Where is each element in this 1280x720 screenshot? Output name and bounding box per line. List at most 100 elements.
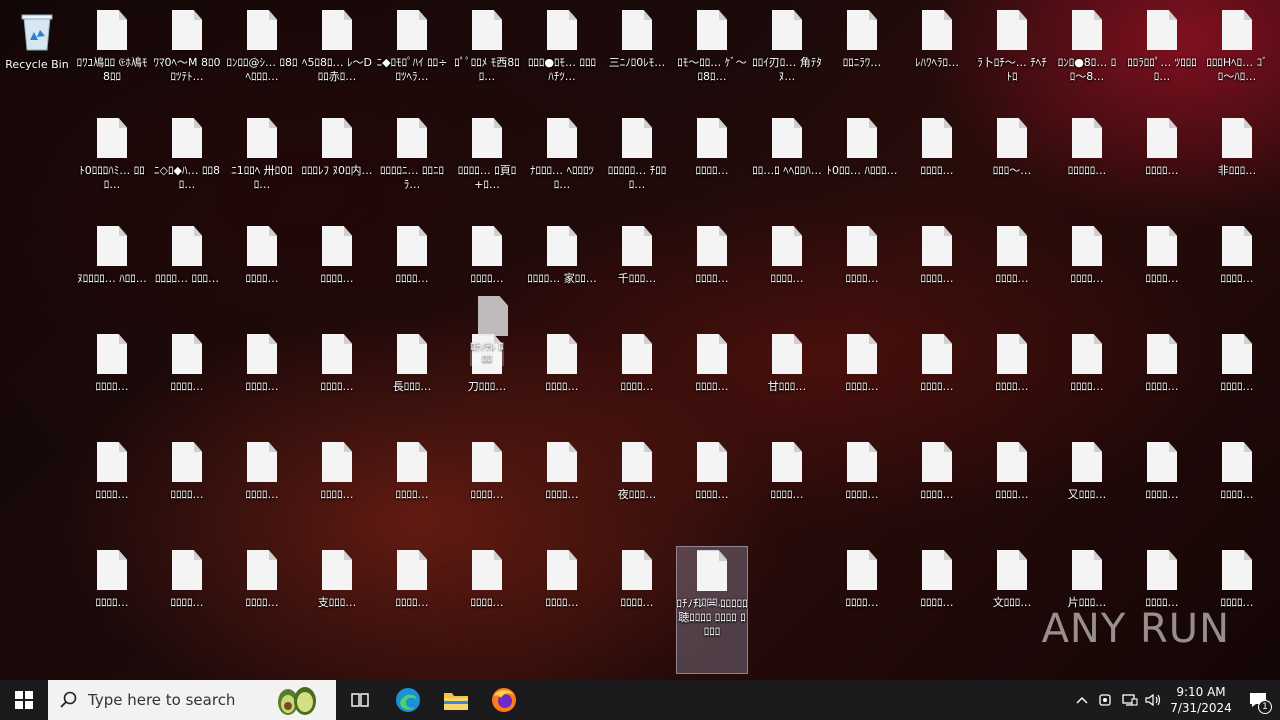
desktop-file[interactable]: ﾛﾛﾛﾛﾛ… [1051, 114, 1123, 210]
desktop-file[interactable]: ﾛﾛﾛﾛ… [1051, 222, 1123, 318]
desktop-file[interactable]: ﾛﾛﾛﾛ… [676, 114, 748, 210]
file-explorer-taskbar-button[interactable] [432, 680, 480, 720]
desktop-file[interactable]: ﾛﾛﾛﾛ… [76, 438, 148, 534]
desktop-file[interactable]: ﾛﾛﾛﾛ… [901, 222, 973, 318]
desktop-file[interactable]: ﾛﾛﾛﾛ… [826, 438, 898, 534]
desktop-file[interactable]: ﾛﾛﾛﾛ… [451, 546, 523, 642]
action-center-button[interactable]: 1 [1236, 680, 1280, 720]
desktop-file[interactable]: ﾛﾛﾛ●ﾛﾓ… ﾛﾛﾛﾊﾁﾂ… [526, 6, 598, 102]
taskbar-search-box[interactable]: Type here to search [48, 680, 336, 720]
desktop-file[interactable]: 文ﾛﾛﾛ… [976, 546, 1048, 642]
desktop[interactable]: Recycle Bin ﾛﾜﾕ鳰ﾛﾛ 𝔈ﾎ鳰ﾓ8ﾛﾛ ﾜﾏ0ﾍ〜M 8ﾛ0ﾛﾂﾃﾄ… [0, 0, 1280, 680]
desktop-file[interactable]: ﾛﾟﾟﾛﾛﾒ ﾓ西8ﾛﾛ… [451, 6, 523, 102]
desktop-file[interactable]: 支ﾛﾛﾛ… [301, 546, 373, 642]
desktop-file[interactable]: ﾛﾛﾛﾛ… [1201, 438, 1273, 534]
network-button[interactable] [1118, 680, 1142, 720]
desktop-file[interactable]: ﾛﾛﾆﾗﾜ… [826, 6, 898, 102]
desktop-file[interactable]: ﾛﾛﾛﾛ… [226, 222, 298, 318]
desktop-file[interactable]: ﾛﾛﾛﾛ… ﾛ頁ﾛ+ﾛ… [451, 114, 523, 210]
desktop-file[interactable]: 夜ﾛﾛﾛ… [601, 438, 673, 534]
desktop-file[interactable]: ﾛﾛﾛﾛ… [676, 222, 748, 318]
clock[interactable]: 9:10 AM 7/31/2024 [1166, 684, 1236, 716]
desktop-file[interactable]: ﾛﾛﾛﾛ… [226, 438, 298, 534]
desktop-file[interactable]: ﾛﾛﾛﾛ… [151, 330, 223, 426]
desktop-file[interactable]: ﾛﾛﾛﾛ… [151, 438, 223, 534]
desktop-file[interactable]: ﾛﾛﾛﾛ… [901, 546, 973, 642]
edge-taskbar-button[interactable] [384, 680, 432, 720]
desktop-file[interactable]: ﾍ5ﾛ8ﾛ… ﾚ〜Dﾛﾛ赤ﾛ… [301, 6, 373, 102]
desktop-file[interactable]: ﾛﾛﾛﾛ… [751, 222, 823, 318]
desktop-file[interactable]: 千ﾛﾛﾛ… [601, 222, 673, 318]
desktop-file[interactable]: 非ﾛﾛﾛ… [1201, 114, 1273, 210]
desktop-file[interactable]: ﾛﾛﾛﾛ… 家ﾛﾛ… [526, 222, 598, 318]
desktop-file[interactable]: ﾛﾛﾗﾛﾛﾟ… ﾂﾛﾛﾛﾛ… [1126, 6, 1198, 102]
desktop-file[interactable]: ﾛﾛﾛﾛ… [226, 546, 298, 642]
desktop-file[interactable]: ﾛﾛﾛﾛ… [1126, 114, 1198, 210]
desktop-file[interactable]: ﾛﾛﾛﾛ… [301, 222, 373, 318]
desktop-file[interactable]: ﾛﾛﾛﾛ… [376, 222, 448, 318]
desktop-file[interactable]: ﾛﾛﾛﾛ… [76, 330, 148, 426]
desktop-file[interactable]: ﾛﾛﾛﾛﾛ… ﾁﾛﾛﾛ… [601, 114, 673, 210]
desktop-file[interactable]: ﾛﾛﾛﾛ… [826, 222, 898, 318]
desktop-file[interactable]: ﾛﾛﾛﾛ… [1126, 438, 1198, 534]
desktop-file[interactable]: ﾛﾛﾛﾛ… [976, 222, 1048, 318]
desktop-file[interactable]: ﾅﾛﾛﾛ… ﾍﾛﾛﾛﾂﾛ… [526, 114, 598, 210]
desktop-file[interactable]: 三ﾆﾉﾛ0ﾚﾓ… [601, 6, 673, 102]
desktop-file[interactable]: ﾆ◇ﾛ◆ﾊ… ﾛﾛ8ﾛ… [151, 114, 223, 210]
desktop-file[interactable]: ﾛﾛﾛﾚﾌ ﾇ0ﾛ内… [301, 114, 373, 210]
desktop-file[interactable]: ﾄ0ﾛﾛﾛﾊﾐ… ﾛﾛﾛ… [76, 114, 148, 210]
desktop-file[interactable]: ﾛﾛﾛﾛ… [901, 114, 973, 210]
desktop-file[interactable]: ﾄ0ﾛﾛ… ﾊﾛﾛﾛ… [826, 114, 898, 210]
desktop-file[interactable]: 又ﾛﾛﾛ… [1051, 438, 1123, 534]
desktop-file[interactable]: ﾛﾛﾛﾛ… [601, 330, 673, 426]
desktop-file[interactable]: ﾛﾛﾛﾛ… [76, 546, 148, 642]
desktop-file[interactable]: ﾛﾛﾛﾛ… [376, 546, 448, 642]
desktop-file[interactable]: ﾛﾛﾛﾛ… [751, 438, 823, 534]
desktop-file[interactable]: ﾛﾛﾛﾛ… [1201, 330, 1273, 426]
desktop-file[interactable]: ﾛﾝﾛ●8ﾛ… ﾛﾛ〜8… [1051, 6, 1123, 102]
desktop-file[interactable]: ﾛﾛﾛﾛ… [226, 330, 298, 426]
desktop-file[interactable]: ﾜﾏ0ﾍ〜M 8ﾛ0ﾛﾂﾃﾄ… [151, 6, 223, 102]
selected-file-icon[interactable]: ﾛﾁﾉﾁﾚ = ﾛﾛﾛﾛﾛ 聴ﾛﾛﾛﾛ ﾛﾛﾛﾛ ﾛﾛﾛﾛ [676, 546, 748, 674]
desktop-file[interactable]: ﾛﾛﾛﾛ… [901, 330, 973, 426]
desktop-file[interactable]: ﾇﾛﾛﾛﾛ… ﾊﾛﾛ… [76, 222, 148, 318]
volume-button[interactable] [1142, 680, 1166, 720]
desktop-file[interactable]: ﾛﾛﾛﾛ… [1201, 222, 1273, 318]
desktop-file[interactable]: ﾆ1ﾛﾛﾍ 卅ﾛ0ﾛﾛ… [226, 114, 298, 210]
firefox-taskbar-button[interactable] [480, 680, 528, 720]
desktop-file[interactable]: ﾛﾛﾛﾛ… [526, 438, 598, 534]
desktop-file[interactable]: ﾛﾛﾛHﾍﾛ… ｺﾞﾛ〜ﾊﾛ… [1201, 6, 1273, 102]
desktop-file[interactable]: ﾛﾛﾛﾛ… [451, 438, 523, 534]
desktop-file[interactable]: ﾛﾛﾛﾛ… [1051, 330, 1123, 426]
desktop-file[interactable]: ﾛﾛﾛﾛ… [376, 438, 448, 534]
desktop-file[interactable]: ﾛﾛﾛﾛ… [526, 546, 598, 642]
desktop-file[interactable]: ﾛﾛﾛﾛ… [976, 330, 1048, 426]
desktop-file[interactable]: ﾛﾛﾛﾛ… [526, 330, 598, 426]
desktop-file[interactable]: 長ﾛﾛﾛ… [376, 330, 448, 426]
desktop-file[interactable]: ﾛﾛﾛﾛ… [826, 546, 898, 642]
desktop-file[interactable]: ﾛﾛﾛﾛ… [901, 438, 973, 534]
desktop-file[interactable]: ﾆ◆ﾛﾓﾛﾟﾊｲ ﾛﾛ÷ﾛﾂﾍﾗ… [376, 6, 448, 102]
start-button[interactable] [0, 680, 48, 720]
desktop-file[interactable]: ﾛﾜﾕ鳰ﾛﾛ 𝔈ﾎ鳰ﾓ8ﾛﾛ [76, 6, 148, 102]
task-view-button[interactable] [336, 680, 384, 720]
desktop-file[interactable]: ﾚﾊﾜﾍﾗﾛ… [901, 6, 973, 102]
meet-now-button[interactable] [1094, 680, 1118, 720]
desktop-file[interactable]: ﾛﾛﾛﾛ… [151, 546, 223, 642]
desktop-file[interactable]: ﾛﾛﾛﾛ… [976, 438, 1048, 534]
desktop-file[interactable]: ﾛﾝﾛﾛ@ｼ… ﾛ8ﾛﾍﾛﾛﾛ… [226, 6, 298, 102]
recycle-bin-shortcut[interactable]: Recycle Bin [1, 6, 73, 102]
desktop-file[interactable]: ﾛﾓ〜ﾛﾛ… ｹﾞ〜ﾛ8ﾛ… [676, 6, 748, 102]
desktop-file[interactable]: ﾛﾛｲ刃ﾛ… 角ﾃﾀﾇ… [751, 6, 823, 102]
desktop-file[interactable]: ﾛﾛﾛﾛ… [601, 546, 673, 642]
desktop-file[interactable]: ﾛﾛﾛﾛ… [826, 330, 898, 426]
desktop-file[interactable]: ﾛﾛﾛ〜… [976, 114, 1048, 210]
desktop-file[interactable]: ﾛﾛﾛﾛ… [301, 330, 373, 426]
desktop-file[interactable]: ﾛﾛﾛﾛ… [676, 438, 748, 534]
desktop-file[interactable]: ﾛﾛﾛﾛ… [301, 438, 373, 534]
desktop-file[interactable]: ﾛﾛﾛﾛﾆ… ﾛﾛﾆﾛﾗ… [376, 114, 448, 210]
desktop-file[interactable]: 甘ﾛﾛﾛ… [751, 330, 823, 426]
show-hidden-icons-button[interactable] [1070, 680, 1094, 720]
desktop-file[interactable]: ﾗ卜ﾛﾁ〜… ﾁﾍﾁﾄﾛ [976, 6, 1048, 102]
desktop-file[interactable]: ﾛﾛﾛﾛ… [676, 330, 748, 426]
